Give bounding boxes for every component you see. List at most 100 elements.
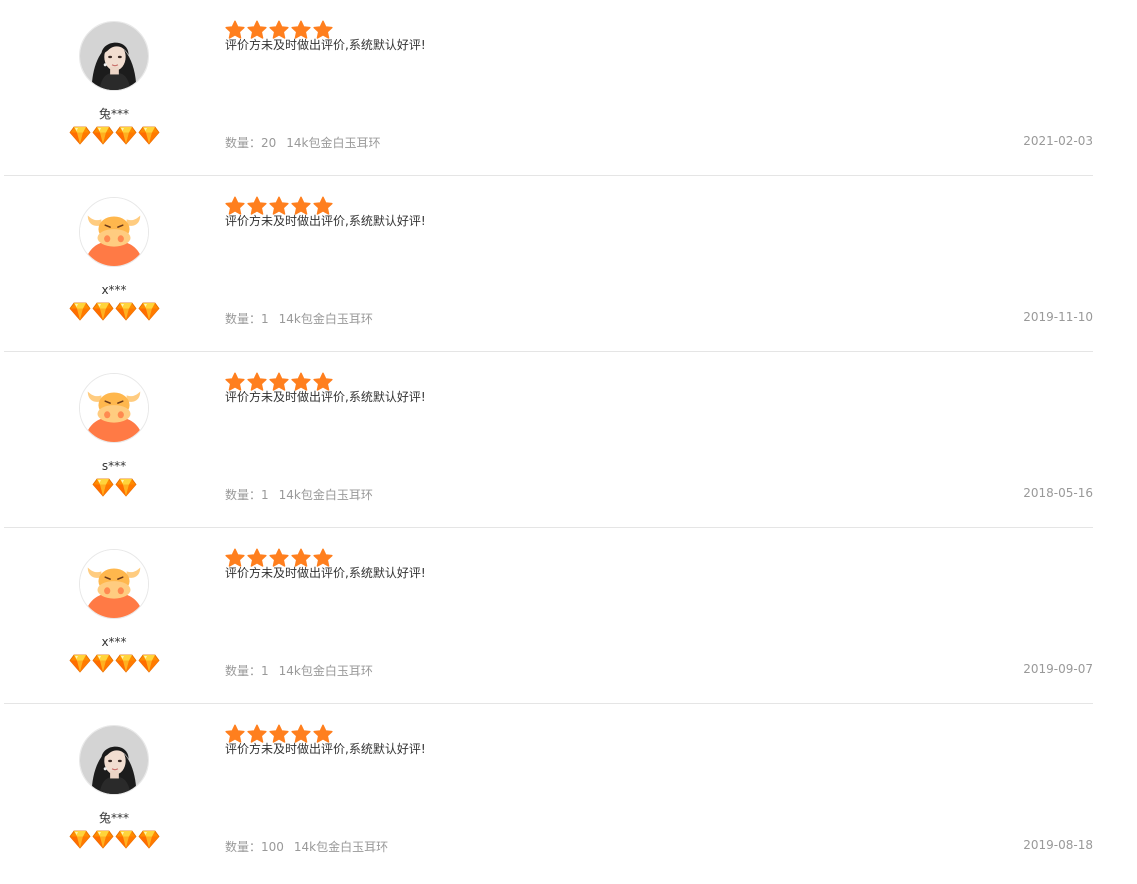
star-icon [269, 548, 289, 567]
star-icon [291, 372, 311, 391]
quantity: 数量：1 [225, 312, 269, 326]
quantity: 数量：20 [225, 136, 277, 150]
review-date: 2019-11-10 [1023, 310, 1093, 324]
reviewer-info: 兔*** [54, 21, 174, 145]
star-icon [225, 196, 245, 215]
star-icon [269, 196, 289, 215]
review-item: 兔*** 评价方未及时做出评价,系统默认好评! 数量：20 14k包金白玉耳环 2… [4, 0, 1093, 176]
user-photo-icon [80, 22, 148, 90]
review-date: 2018-05-16 [1023, 486, 1093, 500]
avatar[interactable] [79, 21, 149, 91]
star-rating [225, 196, 426, 216]
review-item: s*** 评价方未及时做出评价,系统默认好评! 数量：1 14k包金白玉耳环 20… [4, 352, 1093, 528]
review-meta: 数量：1 14k包金白玉耳环 [225, 310, 373, 327]
product-name: 14k包金白玉耳环 [278, 488, 373, 502]
product-name: 14k包金白玉耳环 [278, 664, 373, 678]
review-text: 评价方未及时做出评价,系统默认好评! [225, 566, 426, 580]
review-content: 评价方未及时做出评价,系统默认好评! [225, 724, 426, 756]
quantity: 数量：1 [225, 488, 269, 502]
review-date: 2019-09-07 [1023, 662, 1093, 676]
diamond-icon [91, 126, 114, 145]
star-icon [291, 548, 311, 567]
reviewer-level-badges [54, 125, 174, 145]
star-icon [269, 372, 289, 391]
product-name: 14k包金白玉耳环 [278, 312, 373, 326]
bull-mascot-icon [80, 374, 148, 442]
avatar[interactable] [79, 373, 149, 443]
star-icon [225, 372, 245, 391]
star-icon [247, 724, 267, 743]
diamond-icon [137, 830, 160, 849]
diamond-icon [68, 302, 91, 321]
reviewer-level-badges [54, 301, 174, 321]
diamond-icon [114, 302, 137, 321]
reviewer-name: 兔*** [98, 811, 129, 825]
star-rating [225, 372, 426, 392]
review-content: 评价方未及时做出评价,系统默认好评! [225, 548, 426, 580]
user-photo-icon [80, 726, 148, 794]
review-list: 兔*** 评价方未及时做出评价,系统默认好评! 数量：20 14k包金白玉耳环 2… [4, 0, 1093, 884]
avatar[interactable] [79, 197, 149, 267]
review-meta: 数量：20 14k包金白玉耳环 [225, 134, 381, 151]
diamond-icon [137, 126, 160, 145]
star-icon [225, 20, 245, 39]
diamond-icon [68, 830, 91, 849]
review-meta: 数量：1 14k包金白玉耳环 [225, 486, 373, 503]
review-text: 评价方未及时做出评价,系统默认好评! [225, 38, 426, 52]
star-icon [313, 196, 333, 215]
reviewer-name: x*** [101, 283, 127, 297]
star-icon [291, 196, 311, 215]
review-text: 评价方未及时做出评价,系统默认好评! [225, 214, 426, 228]
star-icon [225, 548, 245, 567]
bull-mascot-icon [80, 550, 148, 618]
reviewer-name: x*** [101, 635, 127, 649]
star-icon [225, 724, 245, 743]
star-icon [247, 196, 267, 215]
diamond-icon [91, 654, 114, 673]
reviewer-level-badges [54, 829, 174, 849]
reviewer-info: 兔*** [54, 725, 174, 849]
product-name: 14k包金白玉耳环 [286, 136, 381, 150]
product-name: 14k包金白玉耳环 [293, 840, 389, 854]
diamond-icon [137, 654, 160, 673]
reviewer-info: s*** [54, 373, 174, 497]
reviewer-info: x*** [54, 549, 174, 673]
avatar[interactable] [79, 549, 149, 619]
quantity: 数量：100 [225, 840, 284, 854]
reviewer-info: x*** [54, 197, 174, 321]
bull-mascot-icon [80, 198, 148, 266]
star-icon [291, 20, 311, 39]
star-icon [313, 548, 333, 567]
star-rating [225, 20, 426, 40]
diamond-icon [137, 302, 160, 321]
diamond-icon [91, 830, 114, 849]
star-icon [313, 372, 333, 391]
review-meta: 数量：100 14k包金白玉耳环 [225, 838, 388, 855]
diamond-icon [114, 126, 137, 145]
review-item: x*** 评价方未及时做出评价,系统默认好评! 数量：1 14k包金白玉耳环 20… [4, 176, 1093, 352]
review-text: 评价方未及时做出评价,系统默认好评! [225, 390, 426, 404]
diamond-icon [68, 654, 91, 673]
review-content: 评价方未及时做出评价,系统默认好评! [225, 372, 426, 404]
review-item: 兔*** 评价方未及时做出评价,系统默认好评! 数量：100 14k包金白玉耳环 … [4, 704, 1093, 884]
star-icon [247, 548, 267, 567]
star-icon [269, 20, 289, 39]
review-date: 2019-08-18 [1023, 838, 1093, 852]
review-content: 评价方未及时做出评价,系统默认好评! [225, 196, 426, 228]
reviewer-name: s*** [101, 459, 127, 473]
star-rating [225, 724, 426, 744]
diamond-icon [68, 126, 91, 145]
star-icon [247, 372, 267, 391]
star-icon [269, 724, 289, 743]
reviewer-level-badges [54, 653, 174, 673]
diamond-icon [114, 478, 137, 497]
diamond-icon [91, 302, 114, 321]
diamond-icon [91, 478, 114, 497]
review-meta: 数量：1 14k包金白玉耳环 [225, 662, 373, 679]
star-icon [313, 20, 333, 39]
reviewer-level-badges [54, 477, 174, 497]
star-rating [225, 548, 426, 568]
review-date: 2021-02-03 [1023, 134, 1093, 148]
avatar[interactable] [79, 725, 149, 795]
quantity: 数量：1 [225, 664, 269, 678]
